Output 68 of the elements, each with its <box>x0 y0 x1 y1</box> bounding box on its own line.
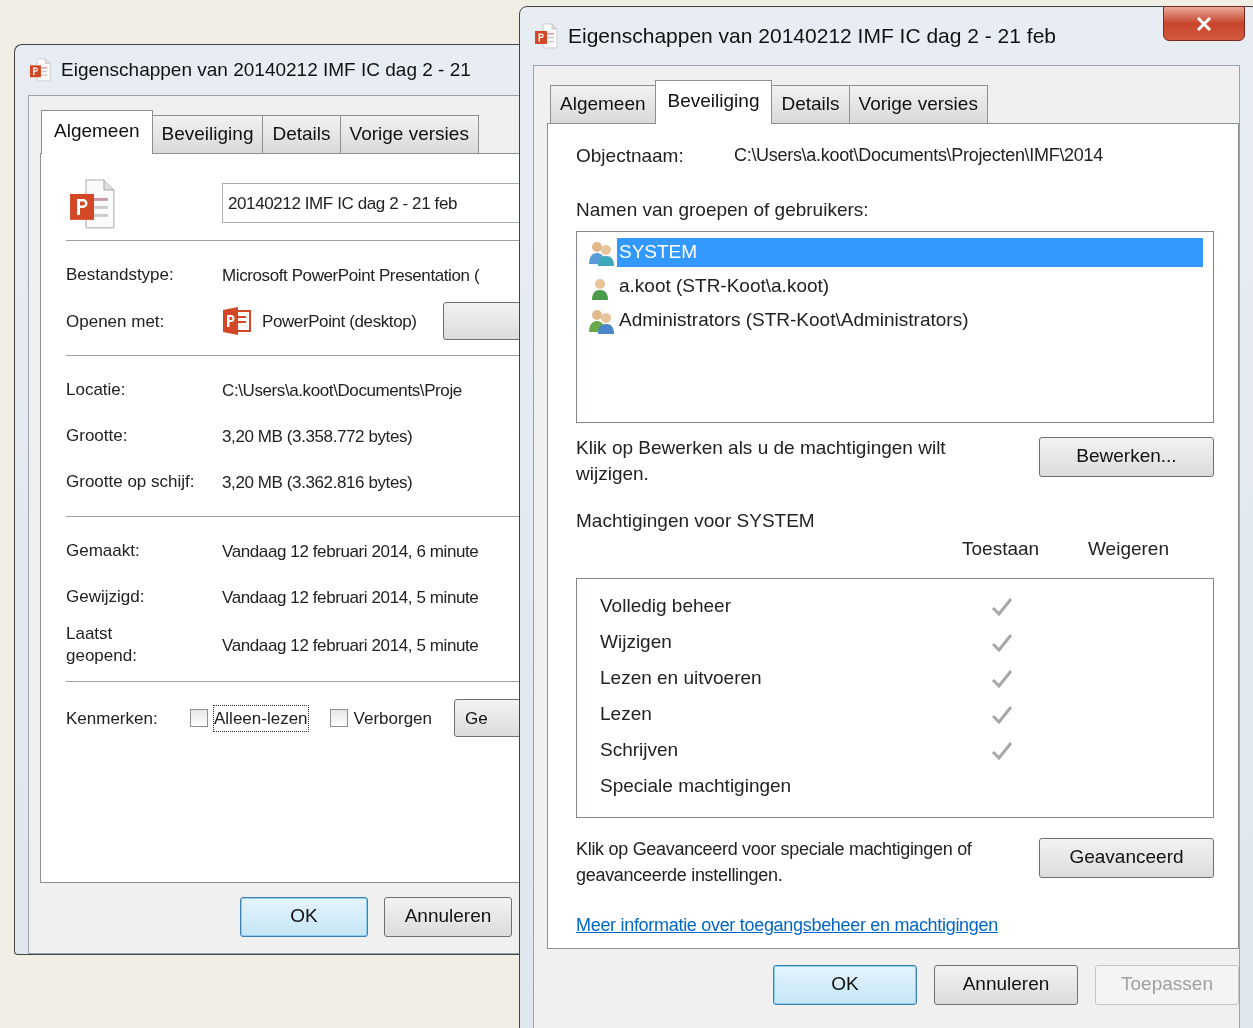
ok-button[interactable]: OK <box>773 964 917 1005</box>
field-value: Microsoft PowerPoint Presentation ( <box>222 264 480 287</box>
permission-name: Volledig beheer <box>600 594 732 619</box>
field-label: Laatst geopend: <box>66 623 138 668</box>
users-icon <box>587 239 617 266</box>
change-button[interactable] <box>442 302 519 341</box>
checkbox[interactable] <box>329 709 348 728</box>
field-label: Openen met: <box>66 310 166 333</box>
checkbox-label[interactable]: Verborgen <box>353 705 432 732</box>
checkbox-label[interactable]: Alleen-lezen <box>214 705 308 732</box>
field-label: Gemaakt: <box>66 540 141 563</box>
field-value: C:\Users\a.koot\Documents\Projecten\IMF\2014 <box>734 144 1103 168</box>
window-title: Eigenschappen van 20140212 IMF IC dag 2 - 21 feb <box>568 23 1056 50</box>
tab[interactable]: Vorige versies <box>848 85 988 123</box>
field-value: Vandaag 12 februari 2014, 5 minute <box>222 634 479 657</box>
hint-text: Klik op Bewerken als u de machtigingen wilt wijzigen. <box>576 435 947 486</box>
help-link[interactable]: Meer informatie over toegangsbeheer en machtigingen <box>576 911 998 939</box>
tab[interactable]: Beveiliging <box>654 80 773 124</box>
cancel-button[interactable]: Annuleren <box>934 964 1078 1005</box>
advanced-button[interactable]: Geavanceerd <box>1039 837 1214 878</box>
field-label: Objectnaam: <box>576 143 685 168</box>
permission-name: Speciale machtigingen <box>600 774 793 799</box>
field-value: Vandaag 12 februari 2014, 6 minute <box>222 540 479 563</box>
field-label: Grootte: <box>66 425 129 448</box>
close-button[interactable] <box>1163 6 1245 41</box>
tab[interactable]: Algemeen <box>41 110 153 154</box>
field-value: C:\Users\a.koot\Documents\Proje <box>222 379 462 402</box>
ok-button[interactable]: OK <box>240 896 368 937</box>
user-list[interactable]: SYSTEM a.koot (STR-Koot\a.koot) Administrators (STR-Koot\Administrators) <box>576 230 1214 423</box>
powerpoint-file-icon <box>68 177 116 230</box>
field-value: PowerPoint (desktop) <box>262 310 417 333</box>
field-label: Gewijzigd: <box>66 586 146 609</box>
field-label: Locatie: <box>66 379 127 402</box>
column-header: Weigeren <box>1088 537 1170 561</box>
permission-name: Lezen en uitvoeren <box>600 666 763 691</box>
close-icon <box>1196 16 1212 31</box>
name-field[interactable]: 20140212 IMF IC dag 2 - 21 feb <box>222 183 519 224</box>
tab[interactable]: Details <box>771 85 850 123</box>
tab[interactable]: Algemeen <box>550 85 656 123</box>
powerpoint-file-icon <box>534 23 558 49</box>
permission-name: Lezen <box>600 702 653 727</box>
powerpoint-file-icon <box>29 58 51 82</box>
tab[interactable]: Beveiliging <box>151 115 264 153</box>
permission-name: Schrijven <box>600 738 680 763</box>
cancel-button[interactable]: Annuleren <box>384 896 512 937</box>
hint-text: Klik op Geavanceerd voor speciale machtigingen of geavanceerde instellingen. <box>576 837 973 887</box>
field-value: 3,20 MB (3.358.772 bytes) <box>222 425 413 448</box>
edit-button[interactable]: Bewerken... <box>1039 436 1214 477</box>
advanced-button[interactable]: Ge <box>454 699 519 738</box>
checkbox[interactable] <box>190 709 208 728</box>
window-title: Eigenschappen van 20140212 IMF IC dag 2 - 21 <box>61 57 471 82</box>
powerpoint-icon <box>222 307 252 336</box>
list-label: Namen van groepen of gebruikers: <box>576 198 870 222</box>
users-icon <box>587 307 617 334</box>
user-name[interactable]: a.koot (STR-Koot\a.koot) <box>617 272 1203 301</box>
field-label: Kenmerken: <box>66 707 159 730</box>
tab[interactable]: Vorige versies <box>339 115 479 153</box>
field-value: Vandaag 12 februari 2014, 5 minute <box>222 586 479 609</box>
column-header: Toestaan <box>962 537 1041 561</box>
list-item[interactable]: Administrators (STR-Koot\Administrators) <box>587 303 1203 338</box>
tab[interactable]: Details <box>262 115 341 153</box>
field-value: 3,20 MB (3.362.816 bytes) <box>222 471 413 494</box>
field-label: Bestandstype: <box>66 264 175 287</box>
permission-name: Wijzigen <box>600 630 673 655</box>
permissions-title: Machtigingen voor SYSTEM <box>576 508 816 533</box>
field-label: Grootte op schijf: <box>66 471 196 494</box>
list-item[interactable]: a.koot (STR-Koot\a.koot) <box>587 269 1203 304</box>
user-name[interactable]: Administrators (STR-Koot\Administrators) <box>617 306 1203 335</box>
